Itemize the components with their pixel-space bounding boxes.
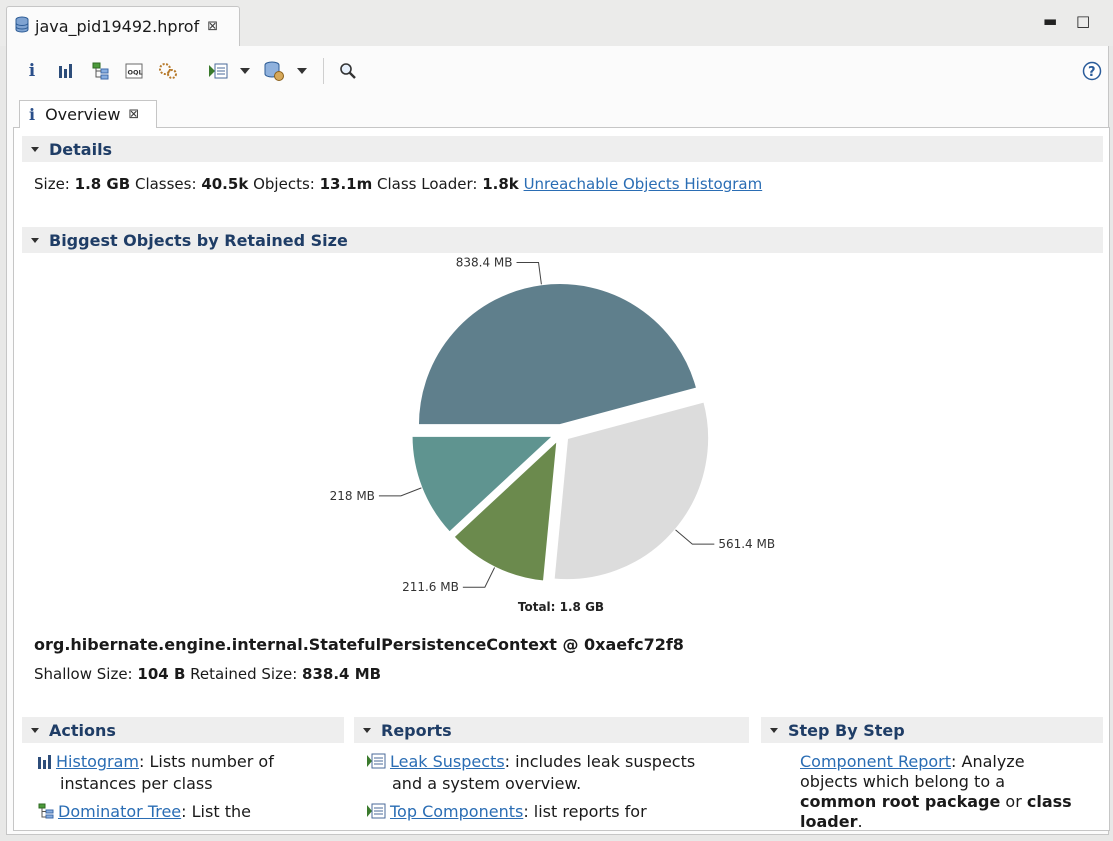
leak-suspects-link[interactable]: Leak Suspects: [390, 752, 505, 771]
step-by-step-title: Step By Step: [788, 720, 905, 740]
histogram-desc-2: instances per class: [60, 774, 213, 793]
actions-title: Actions: [49, 720, 116, 740]
shallow-size-label: Shallow Size:: [34, 665, 133, 683]
search-icon[interactable]: [337, 60, 359, 82]
minimize-icon[interactable]: ▬: [1043, 12, 1057, 30]
heap-dump-icon: [15, 16, 29, 38]
collapse-triangle-icon: [770, 727, 778, 733]
shallow-size-value: 104 B: [137, 665, 186, 683]
pie-slice-label: 211.6 MB: [402, 580, 459, 594]
inner-tab-bar: i Overview ⊠: [13, 96, 1110, 128]
component-report-bold-3: loader: [800, 812, 858, 831]
toolbar-separator: [323, 58, 324, 84]
reports-section-header[interactable]: Reports: [354, 717, 749, 743]
top-components-link[interactable]: Top Components: [390, 802, 523, 821]
tab-overview[interactable]: i Overview ⊠: [19, 100, 157, 128]
histogram-icon: [38, 754, 52, 774]
report-leak-suspects: Leak Suspects: includes leak suspects an…: [366, 752, 695, 794]
retained-size-value: 838.4 MB: [302, 665, 382, 683]
histogram-desc: : Lists number of: [139, 752, 274, 771]
step-by-step-section-header[interactable]: Step By Step: [761, 717, 1103, 743]
maximize-icon[interactable]: □: [1076, 12, 1090, 30]
collapse-triangle-icon: [363, 727, 371, 733]
thread-overview-icon[interactable]: [157, 60, 179, 82]
svg-text:OQL: OQL: [128, 69, 143, 77]
retained-size-label: Retained Size:: [190, 665, 298, 683]
tab-overview-label: Overview: [45, 105, 121, 124]
run-report-icon[interactable]: [207, 60, 229, 82]
component-report-bold-2: class: [1026, 792, 1072, 811]
component-report-bold-1: common root package: [800, 792, 1001, 811]
pie-leader-line: [675, 529, 715, 545]
component-report-mid: or: [1000, 792, 1027, 811]
editor-tab-bar: java_pid19492.hprof ⊠ ▬ □: [0, 0, 1113, 46]
dominator-tree-desc: : List the: [181, 802, 251, 821]
histogram-link[interactable]: Histogram: [56, 752, 139, 771]
dropdown-icon[interactable]: [296, 60, 308, 82]
component-report-link[interactable]: Component Report: [800, 752, 951, 771]
pie-leader-line: [516, 261, 542, 285]
dominator-tree-link[interactable]: Dominator Tree: [58, 802, 181, 821]
step-component-report: Component Report: Analyze objects which …: [800, 752, 1072, 831]
dropdown-icon[interactable]: [239, 60, 251, 82]
info-icon[interactable]: i: [25, 60, 39, 82]
pie-slice[interactable]: [416, 282, 699, 427]
action-dominator-tree: Dominator Tree: List the: [38, 802, 251, 824]
query-browser-icon[interactable]: [263, 60, 285, 82]
close-icon[interactable]: ⊠: [207, 19, 218, 34]
editor-tab-heap-dump[interactable]: java_pid19492.hprof ⊠: [6, 6, 240, 46]
help-icon[interactable]: ?: [1081, 60, 1103, 82]
overview-view-panel: i Overview ⊠ Details Size: 1.8 GB Classe…: [6, 96, 1110, 835]
collapse-triangle-icon: [31, 727, 39, 733]
leak-suspects-desc-2: and a system overview.: [392, 774, 582, 793]
pie-slice-label: 838.4 MB: [456, 255, 513, 269]
report-icon: [366, 753, 386, 774]
component-report-desc-2: objects which belong to a: [800, 772, 1005, 791]
pie-leader-line: [462, 567, 496, 588]
leak-suspects-desc: : includes leak suspects: [504, 752, 696, 771]
action-histogram: Histogram: Lists number of instances per…: [38, 752, 274, 794]
report-top-components: Top Components: list reports for: [366, 802, 647, 824]
oql-icon[interactable]: OQL: [123, 60, 145, 82]
report-icon: [366, 803, 386, 824]
overview-content: Details Size: 1.8 GB Classes: 40.5k Obje…: [13, 128, 1110, 831]
dominator-tree-icon: [38, 803, 54, 824]
close-icon[interactable]: ⊠: [128, 107, 139, 122]
svg-text:?: ?: [1088, 65, 1096, 80]
retained-size-pie-chart: 838.4 MB 561.4 MB 211.6 MB 218 MB Total: 1.…: [330, 255, 775, 614]
editor-tab-title: java_pid19492.hprof: [35, 17, 200, 36]
top-components-desc: : list reports for: [523, 802, 647, 821]
editor-toolbar: i OQL ?: [6, 46, 1109, 96]
actions-section-header[interactable]: Actions: [22, 717, 344, 743]
info-icon: i: [29, 105, 36, 124]
pie-slice[interactable]: [552, 400, 711, 582]
histogram-icon[interactable]: [57, 60, 75, 82]
selected-object-name[interactable]: org.hibernate.engine.internal.StatefulPe…: [34, 635, 684, 654]
selected-object-sizes: Shallow Size: 104 B Retained Size: 838.4…: [34, 665, 381, 683]
pie-total-label: Total: 1.8 GB: [518, 600, 604, 614]
component-report-end: .: [857, 812, 863, 831]
dominator-tree-icon[interactable]: [91, 60, 111, 82]
pie-leader-line: [378, 487, 422, 497]
reports-title: Reports: [381, 720, 452, 740]
memory-analyzer-window: java_pid19492.hprof ⊠ ▬ □ i OQL ? i Over…: [0, 0, 1113, 841]
pie-slice-label: 218 MB: [330, 489, 375, 503]
component-report-desc: : Analyze: [951, 752, 1025, 771]
pie-slice-label: 561.4 MB: [718, 537, 775, 551]
